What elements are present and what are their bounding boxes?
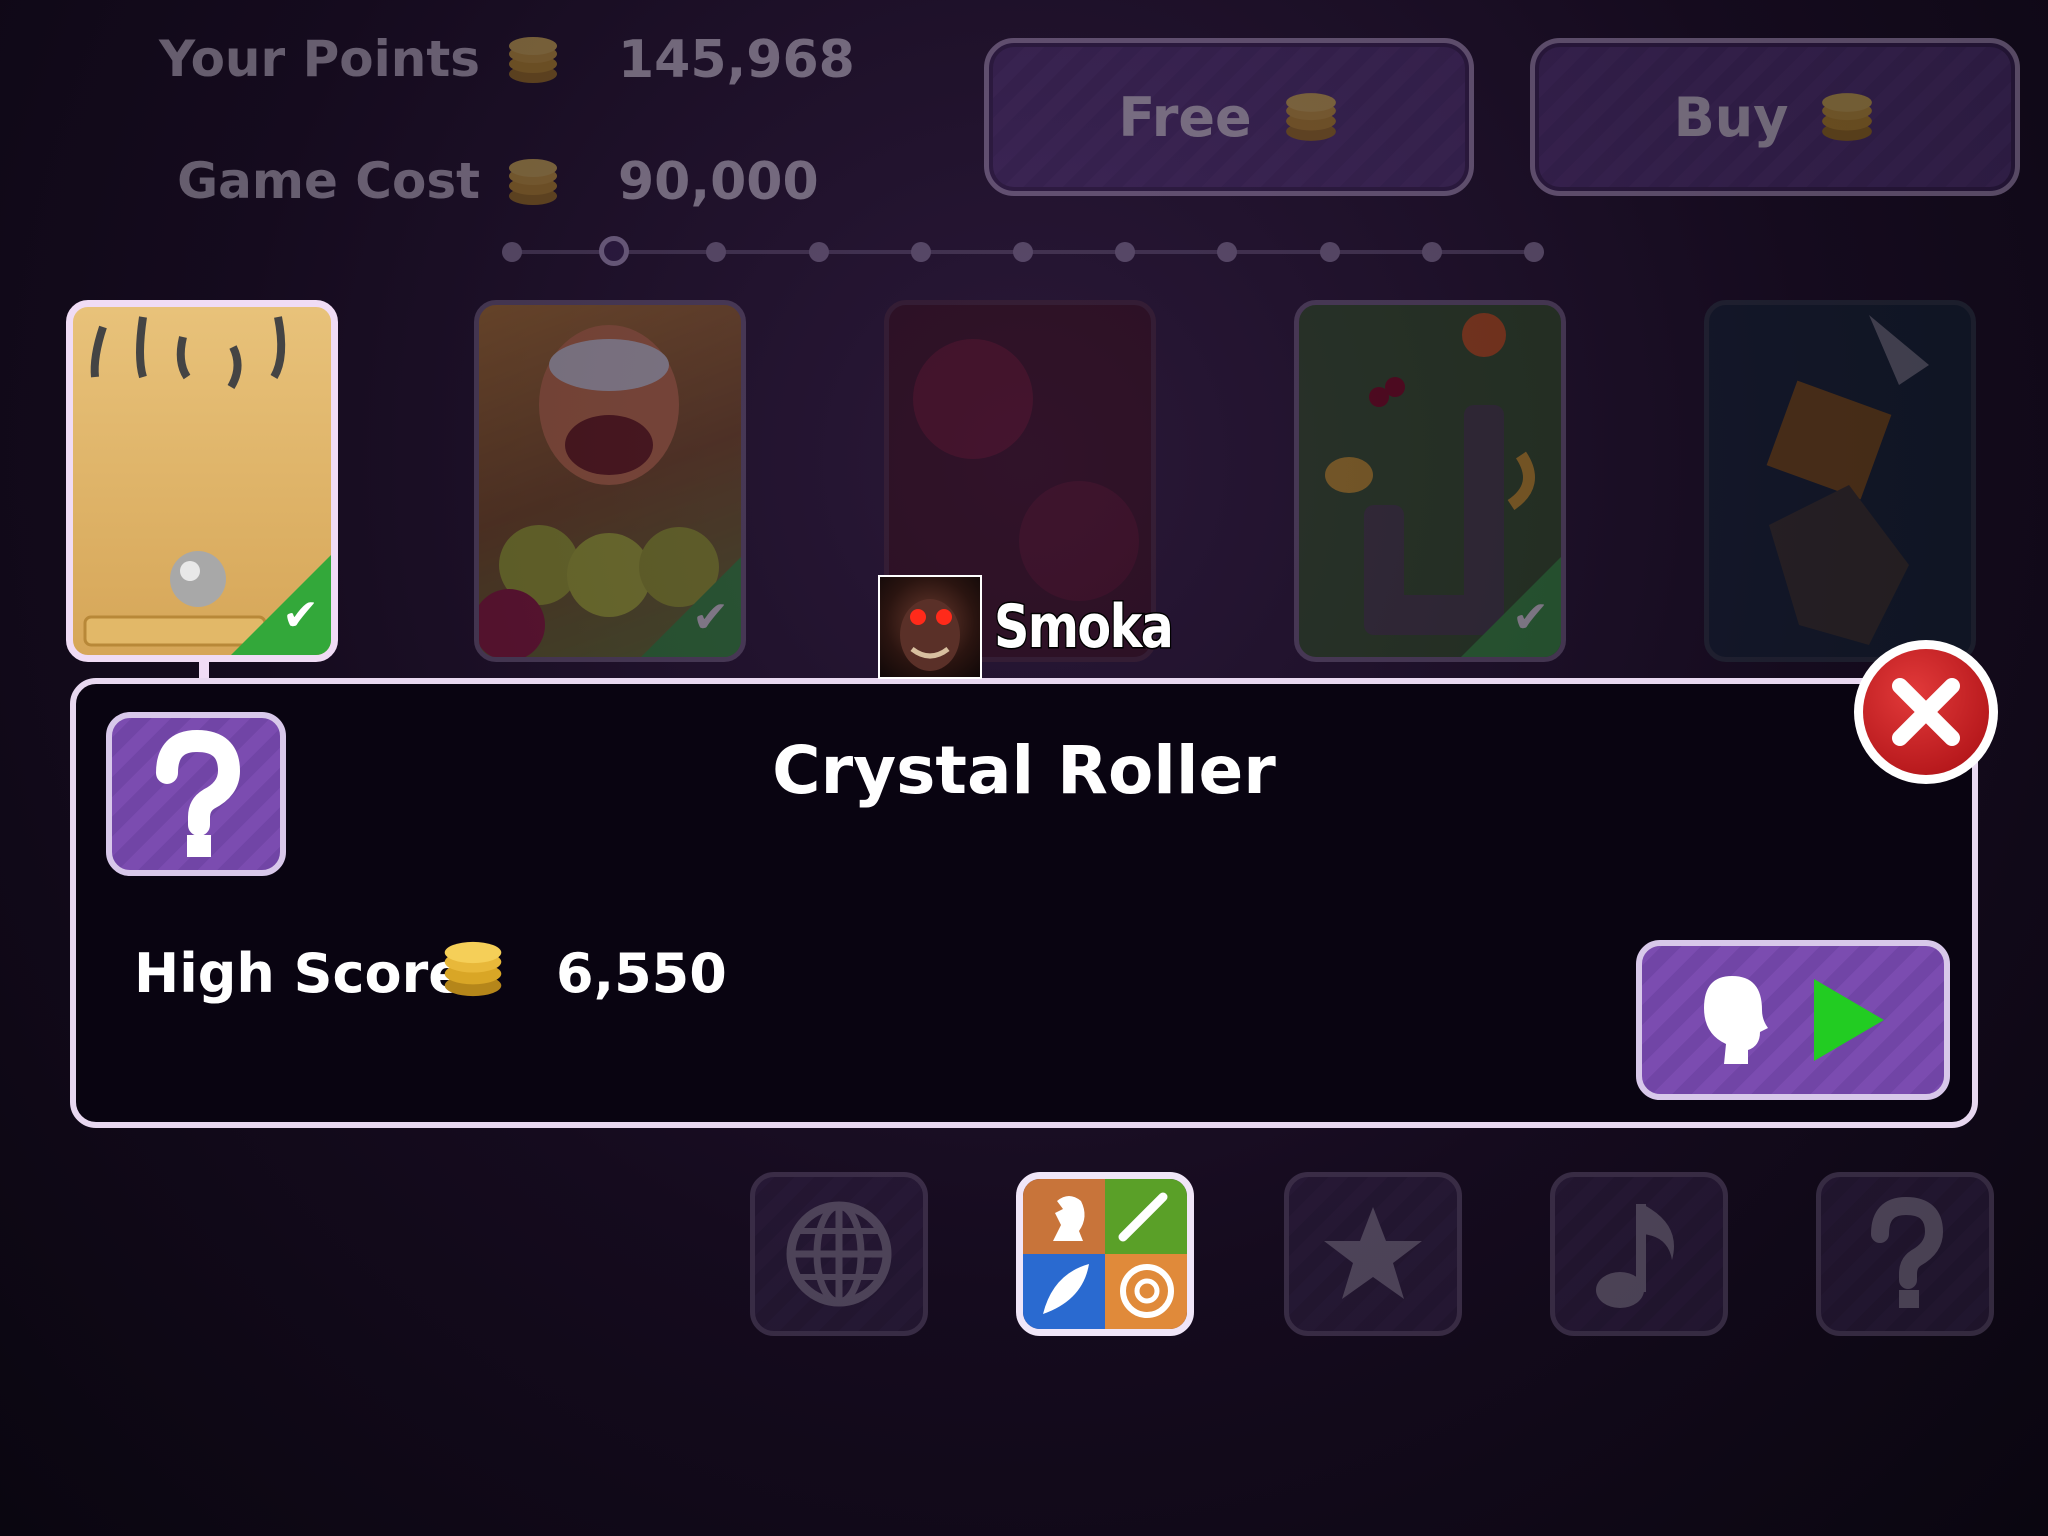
- demon-face-icon: [900, 599, 960, 671]
- player-name: Smoka: [993, 591, 1175, 664]
- buy-button[interactable]: Buy: [1530, 38, 2020, 196]
- nav-categories-button[interactable]: [1016, 1172, 1194, 1336]
- marble-board-card[interactable]: ✔: [66, 300, 338, 662]
- points-value: 145,968: [618, 30, 855, 90]
- coin-icon: [1285, 93, 1336, 141]
- coin-icon: [1822, 93, 1873, 141]
- checkmark-icon: ✔: [692, 592, 729, 643]
- single-player-icon: [1704, 976, 1768, 1064]
- coin-icon: [509, 159, 557, 205]
- close-icon: [1892, 678, 1960, 746]
- checkmark-icon: ✔: [282, 590, 319, 641]
- game-categories-icon: [1023, 1179, 1187, 1329]
- pager-dot[interactable]: [1319, 242, 1340, 262]
- nav-help-button[interactable]: [1816, 1172, 1994, 1336]
- pager-dot[interactable]: [910, 242, 931, 262]
- pager-dot[interactable]: [706, 242, 727, 262]
- game-info-panel: Crystal Roller High Score 6,550: [70, 678, 1978, 1128]
- pager-dot-active[interactable]: [599, 236, 630, 266]
- checkmark-icon: ✔: [1512, 592, 1549, 643]
- pager-dot[interactable]: [1013, 242, 1033, 262]
- avatar: [878, 575, 982, 679]
- farmer-fruit-card[interactable]: ✔: [474, 300, 746, 662]
- nav-music-button[interactable]: [1550, 1172, 1728, 1336]
- pager-dot[interactable]: [1217, 242, 1238, 262]
- player-badge: Smoka: [878, 575, 1211, 679]
- pager-dot[interactable]: [808, 242, 829, 262]
- pager-dot[interactable]: [502, 242, 522, 262]
- coin-icon: [444, 941, 502, 997]
- music-note-icon: [1596, 1204, 1674, 1308]
- cost-value: 90,000: [618, 152, 819, 212]
- cost-label: Game Cost: [177, 152, 480, 210]
- free-button[interactable]: Free: [984, 38, 1474, 196]
- high-score-value: 6,550: [556, 942, 727, 1005]
- pager-dot[interactable]: [1115, 242, 1136, 262]
- coin-icon: [509, 37, 557, 83]
- nav-globe-button[interactable]: [750, 1172, 928, 1336]
- high-score-label: High Score: [134, 942, 465, 1005]
- globe-icon: [786, 1201, 892, 1307]
- points-label: Your Points: [158, 30, 480, 88]
- pager-dot[interactable]: [1524, 242, 1544, 262]
- star-icon: [1324, 1207, 1422, 1299]
- help-icon: [1871, 1196, 1944, 1308]
- play-icon: [1814, 979, 1884, 1061]
- dark-creature-icon: [1766, 315, 1929, 645]
- pager-dot[interactable]: [1421, 242, 1442, 262]
- game-title: Crystal Roller: [772, 732, 1276, 809]
- buy-button-label: Buy: [1673, 85, 1789, 149]
- free-button-label: Free: [1118, 85, 1252, 149]
- nav-favorites-button[interactable]: [1284, 1172, 1462, 1336]
- dark-creature-card[interactable]: [1704, 300, 1976, 662]
- close-button[interactable]: [1854, 640, 1998, 784]
- play-single-button[interactable]: [1636, 940, 1950, 1100]
- snake-fruit-card[interactable]: ✔: [1294, 300, 1566, 662]
